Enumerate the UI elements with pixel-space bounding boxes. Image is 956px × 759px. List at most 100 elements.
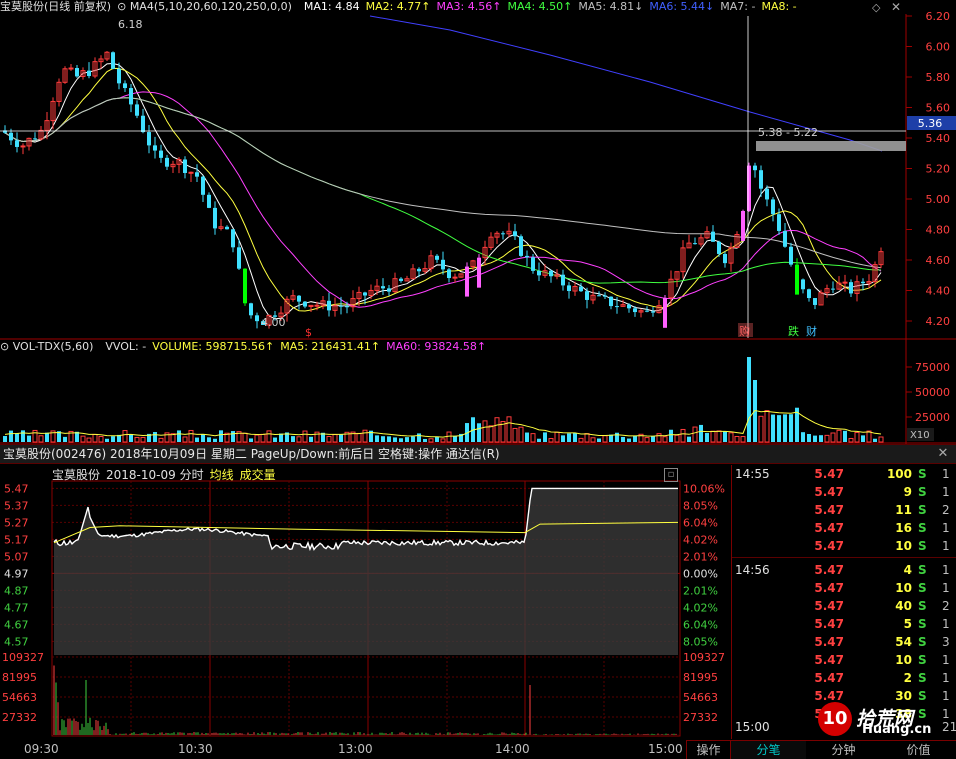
tick-volume: 9 [903,485,912,499]
candle-body [75,68,79,77]
volume-bar [393,437,397,442]
event-mark-dividend: $ [305,326,312,339]
volume-bar [590,437,596,443]
volume-bar [771,414,775,442]
candle-body [68,67,74,70]
volume-bar [633,436,637,442]
candle-body [609,296,613,307]
candle-body [513,231,517,237]
close-icon[interactable]: ✕ [891,0,901,14]
price-tick-label: 4.57 [4,635,29,648]
time-label: 10:30 [178,742,213,756]
intraday-window-title[interactable]: 宝莫股份(002476) 2018年10月09日 星期二 PageUp/Down… [0,444,956,464]
volume-unit: X10 [910,430,930,441]
tick-price: 5.47 [814,539,844,553]
tick-row: 5.47 2 S 1 [732,669,956,687]
volume-bar [615,432,619,442]
volume-bar [674,434,680,443]
volume-bar [537,438,541,442]
volume-indicator-dropdown[interactable]: ⊙ VOL-TDX(5,60) [0,340,99,353]
tick-count: 2 [942,503,950,517]
candle-body [231,229,235,248]
volume-bar [716,430,722,443]
volume-bar [602,435,608,443]
pct-tick-label: 10.06% [683,482,725,495]
tick-row: 5.47 9 S 1 [732,483,956,501]
tick-side: S [918,521,927,535]
volume-bar [134,436,140,443]
close-icon[interactable]: ✕ [936,447,950,461]
tick-time: 14:55 [735,467,770,481]
tick-side: S [918,467,927,481]
volume-bar [231,431,235,442]
avg-line-label: 均线 [209,468,234,482]
pct-tick-label: 4.02% [683,601,718,614]
volume-bar [740,436,746,443]
volume-bar [387,436,391,442]
volume-bar [710,430,716,443]
candle-body [627,304,631,309]
candle-body [123,83,127,89]
tick-count: 1 [942,671,950,685]
candle-body [399,278,403,281]
candlestick-chart[interactable]: 6.206.005.805.605.405.205.004.804.604.40… [0,0,956,340]
tick-volume: 10 [895,539,912,553]
intraday-chart[interactable]: 5.47 10.06% 5.37 8.05% 5.27 6.04% 5.17 4.02% 5.0… [0,465,731,740]
tick-volume: 5 [903,617,912,631]
tick-volume: 10 [895,653,912,667]
tick-price: 5.47 [814,599,844,613]
tab-minutes[interactable]: 分钟 [806,741,881,759]
candle-body [597,295,601,297]
tick-side: S [918,653,927,667]
volume-bar [129,433,133,442]
ma-set-dropdown[interactable]: ⊙ MA4(5,10,20,60,120,250,0,0) [117,0,298,13]
tick-list[interactable]: 14:55 5.47 100 S 1 5.47 9 S 1 5.47 11 S 2 5.47 16 S 1 5.4… [731,465,956,739]
minimize-icon[interactable]: ▫ [664,468,678,482]
volume-bar [188,429,194,443]
volume-bar [525,432,529,442]
candle-body [452,276,458,279]
tab-ticks[interactable]: 分笔 [731,741,806,759]
volume-bar [86,437,92,443]
candle-body [567,285,571,292]
volume-bar [105,438,109,442]
volume-chart[interactable]: 75000 50000 25000 X10 [0,340,956,444]
tab-value[interactable]: 价值 [881,741,956,759]
volume-bar [375,435,379,442]
candle-body [33,138,37,140]
volume-bar [339,434,343,442]
candle-body [645,310,649,312]
candle-body [129,88,133,105]
candle-body [603,295,607,297]
tick-price: 5.47 [814,617,844,631]
y-tick-label: 4.80 [926,224,951,237]
tab-operations[interactable]: 操作 [686,741,731,759]
volume-bar [164,432,170,443]
candle-body [9,132,13,141]
high-annotation: 6.18 [118,18,143,31]
price-tick-label: 5.07 [4,550,29,563]
candle-body [615,306,619,308]
volume-bar [98,435,104,443]
tick-row: 5.47 10 S 1 [732,651,956,669]
volume-bar [260,433,266,443]
candle-body [585,291,589,300]
volume-tick-label: 81995 [2,671,37,684]
candle-body [777,214,781,231]
candle-body [141,115,145,133]
tick-count: 1 [942,617,950,631]
diamond-icon[interactable]: ◇ [872,1,880,14]
candle-body [759,170,763,189]
volume-bar [242,432,248,443]
candle-body [183,159,187,173]
tick-volume: 54 [895,635,912,649]
candle-body [15,140,19,147]
volume-bar [356,432,362,443]
candle-body [447,269,451,279]
candle-body [519,236,523,256]
volume-bar [302,430,308,443]
tick-count: 1 [942,563,950,577]
volume-bar [543,432,547,442]
volume-bar [506,416,512,443]
candle-body [831,288,835,290]
